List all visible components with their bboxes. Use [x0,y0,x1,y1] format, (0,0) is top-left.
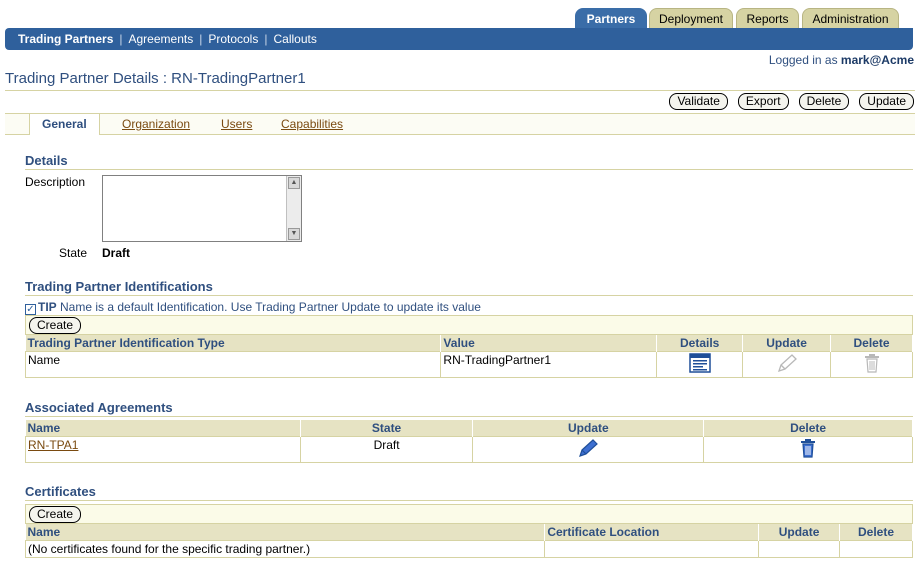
column-header: Update [758,524,841,540]
nav-separator: | [199,32,203,46]
nav-agreements[interactable]: Agreements [129,32,194,46]
scroll-up-icon[interactable]: ▲ [288,177,300,189]
table-row: Name RN-TradingPartner1 [24,350,913,378]
empty-cell [839,539,913,558]
table-header-row: Name State Update Delete [25,420,913,436]
column-header: Delete [830,335,913,351]
logged-in-user: mark@Acme [840,53,914,67]
create-identification-button[interactable]: Create [29,317,82,334]
certificates-header: Certificates [25,484,913,501]
identification-type: Name [24,350,442,378]
column-header: Update [742,335,832,351]
details-cell [656,350,744,378]
page-title: Trading Partner Details : RN-TradingPart… [5,70,915,91]
agreement-state: Draft [299,435,474,463]
scroll-down-icon[interactable]: ▼ [288,228,300,240]
nav-separator: | [264,32,268,46]
sub-tabs: General Organization Users Capabilities [5,113,915,135]
nav-callouts[interactable]: Callouts [273,32,316,46]
delete-button[interactable]: Delete [798,93,850,110]
create-certificate-button[interactable]: Create [29,506,82,523]
table-header-row: Name Certificate Location Update Delete [25,524,913,540]
column-header: Update [472,420,705,436]
agreement-name-link[interactable]: RN-TPA1 [25,435,301,463]
update-button[interactable]: Update [859,93,914,110]
export-button[interactable]: Export [737,93,789,110]
tab-partners[interactable]: Partners [575,8,647,28]
details-header: Details [25,153,913,170]
tab-deployment[interactable]: Deployment [649,8,733,28]
tip-text: Name is a default Identification. Use Tr… [60,300,481,314]
column-header: Trading Partner Identification Type [25,335,442,351]
delete-cell [830,350,913,378]
update-cell [472,435,705,463]
column-header: Certificate Location [544,524,760,540]
pencil-disabled-icon [777,353,797,372]
nav-separator: | [119,32,123,46]
pencil-icon[interactable] [577,438,599,458]
textarea-scrollbar[interactable]: ▲ ▼ [286,176,301,241]
agreements-header: Associated Agreements [25,400,913,417]
table-row: RN-TPA1 Draft [25,435,913,463]
state-value: Draft [102,246,131,260]
tip-message: ✓ TIP Name is a default Identification. U… [25,300,481,315]
validate-button[interactable]: Validate [669,93,728,110]
table-header-row: Trading Partner Identification Type Valu… [25,335,913,351]
update-cell [742,350,832,378]
details-icon[interactable] [688,352,711,373]
tab-administration[interactable]: Administration [802,8,899,28]
state-label: State [59,246,88,260]
top-tabs: Partners Deployment Reports Administrati… [0,8,919,28]
page-action-buttons: Validate Export Delete Update [669,93,914,110]
column-header: Name [25,420,301,436]
tip-check-icon: ✓ [25,304,36,315]
column-header: Value [440,335,658,351]
description-textarea[interactable]: ▲ ▼ [102,175,302,242]
column-header: Name [25,524,546,540]
table-row: (No certificates found for the specific … [24,539,913,558]
column-header: Details [656,335,744,351]
certificates-toolbar: Create [25,504,913,524]
delete-cell [703,435,913,463]
logged-in-prefix: Logged in as [768,53,838,67]
subtab-organization[interactable]: Organization [122,117,190,131]
tip-label: TIP [38,300,57,314]
identifications-toolbar: Create [25,315,913,335]
trash-icon[interactable] [799,438,817,458]
nav-protocols[interactable]: Protocols [208,32,258,46]
empty-cell [758,539,841,558]
empty-cell [544,539,760,558]
identifications-table: Create Trading Partner Identification Ty… [24,315,913,378]
certificates-table: Create Name Certificate Location Update … [24,504,913,558]
identifications-header: Trading Partner Identifications [25,279,913,296]
global-nav-bar: Trading Partners | Agreements | Protocols | Ca… [5,28,913,50]
logged-in-status: Logged in as mark@Acme [769,53,914,67]
empty-certificates-message: (No certificates found for the specific … [24,539,546,558]
column-header: Delete [839,524,913,540]
trash-disabled-icon [864,353,879,373]
column-header: Delete [703,420,913,436]
subtab-general[interactable]: General [29,114,100,135]
description-label: Description [25,175,86,189]
column-header: State [300,420,474,436]
agreements-table: Name State Update Delete RN-TPA1 Draft [25,420,913,463]
nav-trading-partners[interactable]: Trading Partners [18,32,113,46]
subtab-users[interactable]: Users [221,117,252,131]
tab-reports[interactable]: Reports [736,8,799,28]
identification-value: RN-TradingPartner1 [440,350,658,378]
subtab-capabilities[interactable]: Capabilities [281,117,343,131]
